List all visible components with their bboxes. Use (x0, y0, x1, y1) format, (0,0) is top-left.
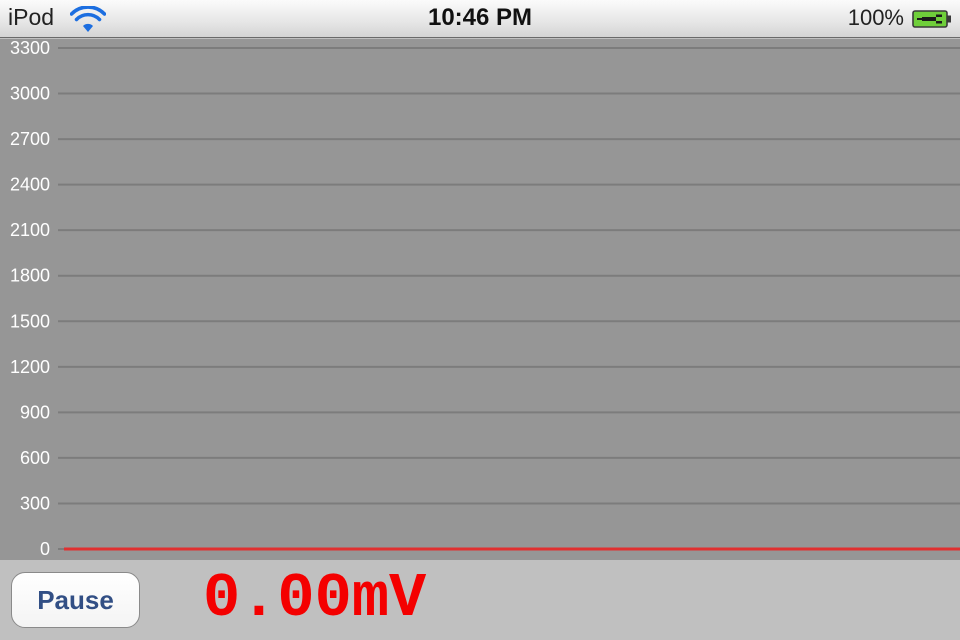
plot-canvas: 3300300027002400210018001500120090060030… (10, 39, 960, 559)
y-tick-label: 300 (20, 493, 50, 513)
voltage-readout: 0.00mV (203, 563, 427, 634)
y-tick-label: 1500 (10, 311, 50, 331)
y-tick-label: 1200 (10, 357, 50, 377)
y-tick-label: 2100 (10, 220, 50, 240)
status-time: 10:46 PM (427, 4, 533, 31)
y-tick-label: 900 (20, 402, 50, 422)
voltage-plot: 3300 3000 2700 2400 2100 1800 1500 1200 900 600 30… (0, 39, 960, 560)
pause-button[interactable]: Pause (11, 572, 140, 628)
carrier-label: iPod (8, 4, 55, 30)
status-bar: iPod 10:46 PM 100% (0, 0, 960, 38)
y-tick-label: 3300 (10, 39, 50, 58)
battery-percent: 100% (847, 5, 904, 30)
y-tick-label: 2700 (10, 129, 50, 149)
y-tick-label: 600 (20, 448, 50, 468)
y-tick-label: 0 (40, 539, 50, 559)
battery-charging-icon (912, 9, 952, 29)
y-tick-label: 3000 (10, 84, 50, 104)
y-tick-label: 2400 (10, 175, 50, 195)
wifi-icon (69, 5, 107, 34)
control-bar: Pause 0.00mV (0, 560, 960, 640)
y-tick-label: 1800 (10, 266, 50, 286)
